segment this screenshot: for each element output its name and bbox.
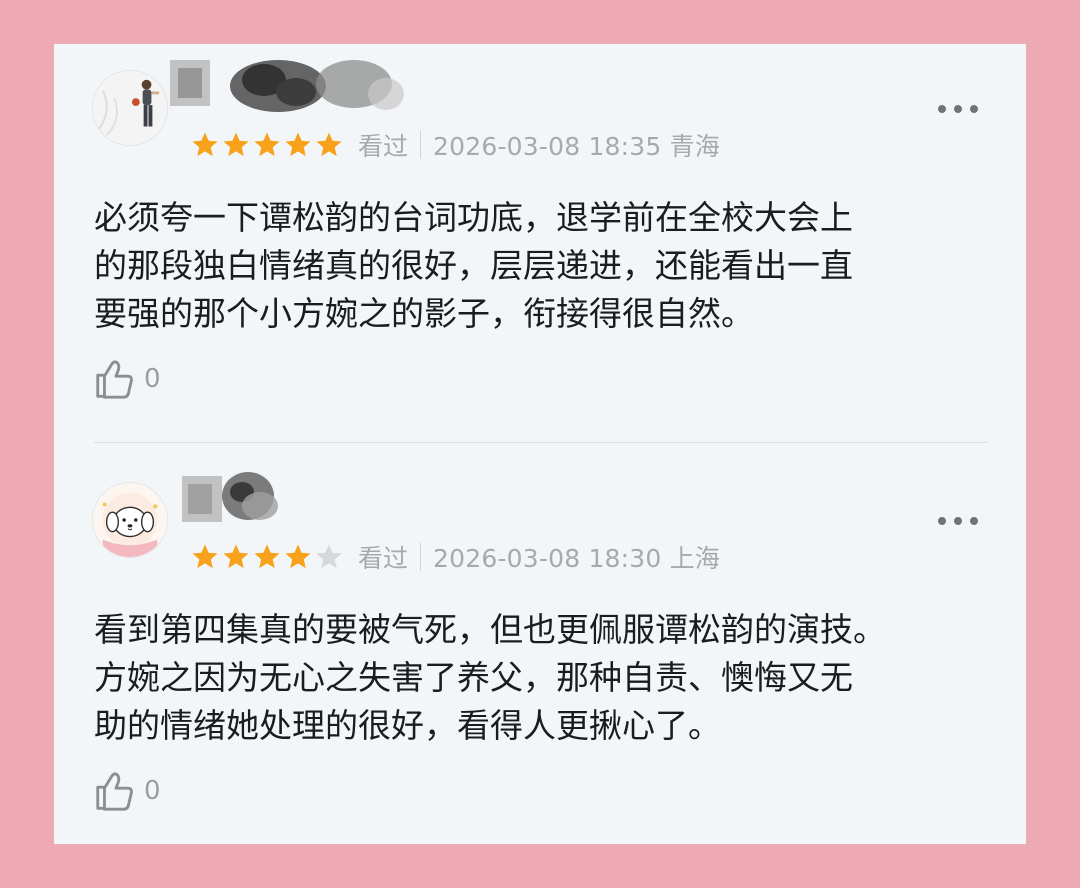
divider [94,442,988,443]
more-options-button[interactable] [938,514,978,528]
review-item: 看过 2026-03-08 18:30 上海 看到第四集真的要被气死，但也更佩服… [54,456,1026,856]
star-icon [285,544,311,569]
username-redacted [168,466,408,532]
review-content-line: 看到第四集真的要被气死，但也更佩服谭松韵的演技。 [94,610,886,649]
star-icon [223,544,249,569]
like-button[interactable]: 0 [92,766,161,816]
like-button[interactable]: 0 [92,354,161,404]
review-content-line: 助的情绪她处理的很好，看得人更揪心了。 [94,706,721,745]
star-icon [192,544,218,569]
watch-status: 看过 [358,544,409,573]
star-rating [190,130,344,160]
user-avatar[interactable] [92,482,168,558]
thumb-up-icon [96,360,133,399]
timestamp-location: 2026-03-08 18:35 青海 [433,132,721,161]
review-content: 必须夸一下谭松韵的台词功底，退学前在全校大会上 的那段独白情绪真的很好，层层递进… [94,194,994,338]
review-content-line: 的那段独白情绪真的很好，层层递进，还能看出一直 [94,246,853,285]
username-redacted [168,54,408,120]
timestamp-location: 2026-03-08 18:30 上海 [433,544,721,573]
star-icon [192,132,218,157]
star-icon [285,132,311,157]
like-count: 0 [144,364,161,394]
review-meta: 看过 2026-03-08 18:30 上海 [190,540,720,574]
more-dots-icon [938,517,946,525]
meta-separator [420,543,422,571]
review-content-line: 方婉之因为无心之失害了养父，那种自责、懊悔又无 [94,658,853,697]
star-icon [316,132,342,157]
star-rating [190,542,344,572]
review-content-line: 必须夸一下谭松韵的台词功底，退学前在全校大会上 [94,198,853,237]
star-empty-icon [316,544,342,569]
watch-status: 看过 [358,132,409,161]
comment-card: 看过 2026-03-08 18:35 青海 必须夸一下谭松韵的台词功底，退学前… [54,44,1026,844]
user-avatar[interactable] [92,70,168,146]
star-icon [254,132,280,157]
more-options-button[interactable] [938,102,978,116]
meta-separator [420,131,422,159]
review-meta: 看过 2026-03-08 18:35 青海 [190,128,720,162]
star-icon [254,544,280,569]
review-content: 看到第四集真的要被气死，但也更佩服谭松韵的演技。 方婉之因为无心之失害了养父，那… [94,606,994,750]
like-count: 0 [144,776,161,806]
thumb-up-icon [96,772,133,811]
review-content-line: 要强的那个小方婉之的影子，衔接得很自然。 [94,294,754,333]
star-icon [223,132,249,157]
review-item: 看过 2026-03-08 18:35 青海 必须夸一下谭松韵的台词功底，退学前… [54,44,1026,444]
more-dots-icon [938,105,946,113]
